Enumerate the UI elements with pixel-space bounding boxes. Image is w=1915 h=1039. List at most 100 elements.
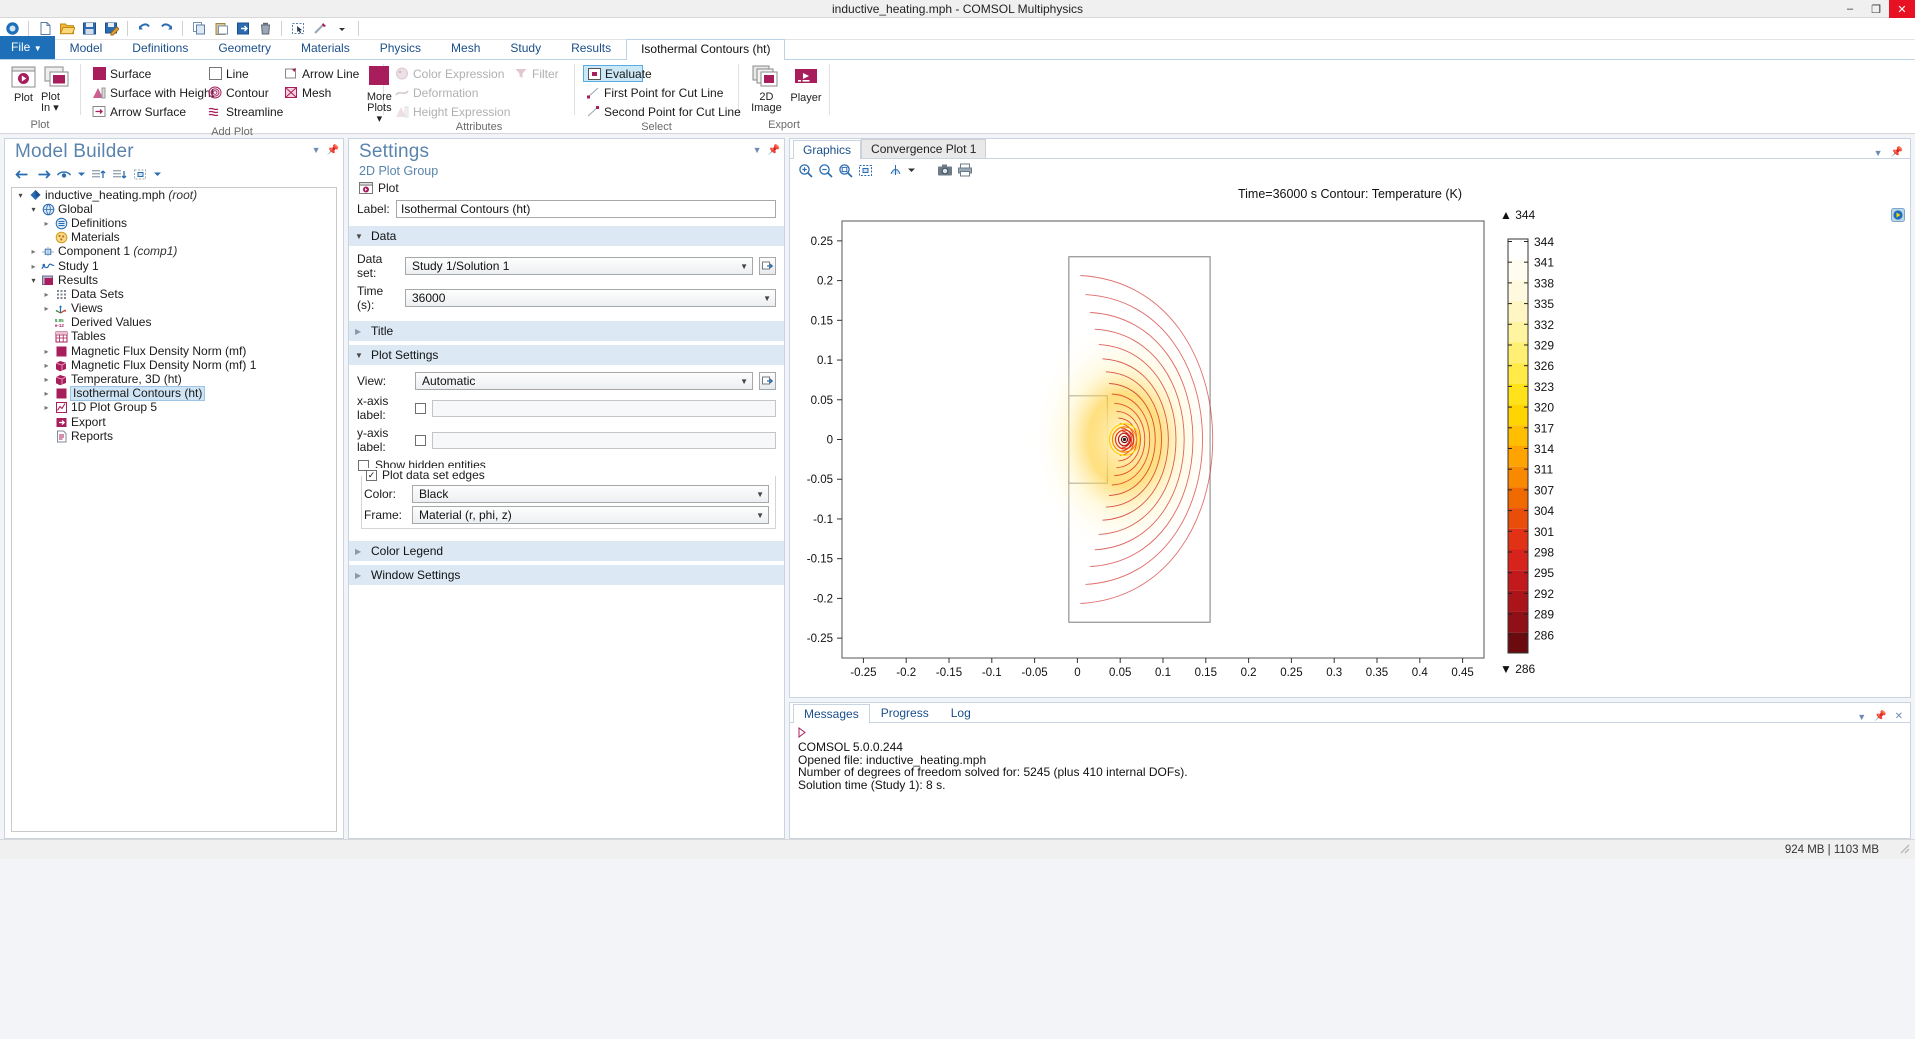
view-go-to-source-button[interactable] <box>759 372 776 390</box>
contour-button[interactable]: Contour <box>205 84 277 101</box>
print-icon[interactable] <box>956 161 974 179</box>
back-arrow-icon[interactable] <box>13 166 31 182</box>
graphics-collapse-icon[interactable]: ▼ <box>1874 148 1883 158</box>
x-axis-label-checkbox[interactable] <box>415 402 426 414</box>
tree-item-component-1[interactable]: ▸ Component 1 (comp1) <box>12 245 336 259</box>
redo-icon[interactable] <box>156 20 176 38</box>
player-button[interactable]: Player <box>790 63 822 104</box>
maximize-button[interactable]: ❐ <box>1863 0 1889 18</box>
tree-item-results[interactable]: ▾ Results <box>12 273 336 287</box>
expand-arrow-closed-icon[interactable]: ▸ <box>42 219 51 228</box>
show-dropdown-icon[interactable] <box>76 166 86 182</box>
model-tree[interactable]: ▾ inductive_heating.mph (root) ▾ Global ▸ Def… <box>11 187 337 832</box>
expand-arrow-open-icon[interactable]: ▾ <box>16 191 25 200</box>
messages-pin-icon[interactable]: 📌 <box>1874 711 1886 722</box>
messages-collapse-icon[interactable]: ▼ <box>1857 712 1866 722</box>
tree-item-magnetic-flux-density-norm-mf-1[interactable]: ▸ Magnetic Flux Density Norm (mf) 1 <box>12 358 336 372</box>
tab-messages[interactable]: Messages <box>793 704 870 723</box>
plot-canvas[interactable]: Time=36000 s Contour: Temperature (K) -0… <box>790 181 1910 697</box>
tab-file[interactable]: File ▼ <box>0 36 55 59</box>
mesh-button[interactable]: Mesh <box>281 84 362 101</box>
height-expression-button[interactable]: Height Expression <box>392 103 510 120</box>
qat-dropdown-icon[interactable] <box>332 20 352 38</box>
tab-materials[interactable]: Materials <box>286 38 365 59</box>
section-title[interactable]: ▶ Title <box>349 321 784 341</box>
tree-item-materials[interactable]: Materials <box>12 231 336 245</box>
arrow-surface-button[interactable]: Arrow Surface <box>89 103 201 120</box>
plot-data-set-edges-legend[interactable]: ✓ Plot data set edges <box>366 468 490 482</box>
first-point-cut-line-button[interactable]: First Point for Cut Line <box>583 84 735 101</box>
zoom-box-icon[interactable] <box>836 161 854 179</box>
expand-arrow-closed-icon[interactable]: ▸ <box>42 290 51 299</box>
plot-button[interactable]: Plot <box>8 63 39 104</box>
tree-item-temperature-3d-ht[interactable]: ▸ Temperature, 3D (ht) <box>12 372 336 386</box>
messages-close-icon[interactable]: ✕ <box>1895 711 1903 722</box>
2d-image-button[interactable]: 2D Image <box>746 63 786 114</box>
tree-item-definitions[interactable]: ▸ Definitions <box>12 216 336 230</box>
edge-color-select[interactable]: Black ▼ <box>412 485 769 503</box>
measure-icon[interactable] <box>310 20 330 38</box>
tab-geometry[interactable]: Geometry <box>203 38 286 59</box>
save-icon[interactable] <box>79 20 99 38</box>
section-window-settings[interactable]: ▶ Window Settings <box>349 565 784 585</box>
dataset-select[interactable]: Study 1/Solution 1 ▼ <box>405 257 753 275</box>
x-axis-label-input[interactable] <box>432 399 776 417</box>
y-axis-label-input[interactable] <box>432 431 776 449</box>
camera-icon[interactable] <box>936 161 954 179</box>
surface-with-height-button[interactable]: Surface with Height <box>89 84 214 101</box>
expand-arrow-closed-icon[interactable]: ▸ <box>42 304 51 313</box>
expand-all-icon[interactable] <box>110 166 128 182</box>
minimize-button[interactable]: – <box>1837 0 1863 18</box>
deformation-button[interactable]: Deformation <box>392 84 505 101</box>
zoom-in-icon[interactable] <box>796 161 814 179</box>
plot-data-set-edges-checkbox[interactable]: ✓ <box>366 469 377 481</box>
filter-button[interactable]: Filter <box>511 65 566 82</box>
tab-graphics[interactable]: Graphics <box>793 140 862 159</box>
forward-arrow-icon[interactable] <box>34 166 52 182</box>
time-select[interactable]: 36000 ▼ <box>405 289 776 307</box>
tree-item-export[interactable]: Export <box>12 415 336 429</box>
open-folder-icon[interactable] <box>57 20 77 38</box>
color-expression-button[interactable]: Color Expression <box>392 65 505 82</box>
expand-arrow-open-icon[interactable]: ▾ <box>29 276 38 285</box>
save-as-icon[interactable] <box>101 20 121 38</box>
tree-item-inductive-heating-mph[interactable]: ▾ inductive_heating.mph (root) <box>12 188 336 202</box>
zoom-out-icon[interactable] <box>816 161 834 179</box>
tab-results[interactable]: Results <box>556 38 626 59</box>
expand-arrow-closed-icon[interactable]: ▸ <box>42 375 51 384</box>
label-input[interactable]: Isothermal Contours (ht) <box>396 200 776 218</box>
tree-item-reports[interactable]: Reports <box>12 429 336 443</box>
surface-button[interactable]: Surface <box>89 65 201 82</box>
tree-item-tables[interactable]: Tables <box>12 330 336 344</box>
evaluate-button[interactable]: Evaluate <box>583 65 652 82</box>
undo-icon[interactable] <box>134 20 154 38</box>
line-button[interactable]: Line <box>205 65 277 82</box>
tab-log[interactable]: Log <box>940 703 982 722</box>
tree-item-data-sets[interactable]: ▸ Data Sets <box>12 287 336 301</box>
tab-physics[interactable]: Physics <box>365 38 436 59</box>
model-builder-collapse-icon[interactable]: ▼ <box>312 145 321 155</box>
streamline-button[interactable]: Streamline <box>205 103 283 120</box>
expand-arrow-open-icon[interactable]: ▾ <box>29 205 38 214</box>
graphics-pin-icon[interactable]: 📌 <box>1891 147 1903 158</box>
tree-item-magnetic-flux-density-norm-mf[interactable]: ▸ Magnetic Flux Density Norm (mf) <box>12 344 336 358</box>
expand-arrow-closed-icon[interactable]: ▸ <box>29 262 38 271</box>
expand-arrow-closed-icon[interactable]: ▸ <box>42 361 51 370</box>
arrow-line-button[interactable]: Arrow Line <box>281 65 362 82</box>
settings-plot-button[interactable]: Plot <box>349 178 784 199</box>
section-color-legend[interactable]: ▶ Color Legend <box>349 541 784 561</box>
tree-item-1d-plot-group-5[interactable]: ▸ 1D Plot Group 5 <box>12 401 336 415</box>
node-group-dropdown-icon[interactable] <box>152 166 162 182</box>
zoom-extents-icon[interactable] <box>856 161 874 179</box>
section-plot-settings[interactable]: ▼ Plot Settings <box>349 345 784 365</box>
tree-item-isothermal-contours-ht[interactable]: ▸ Isothermal Contours (ht) <box>12 386 336 402</box>
expand-arrow-closed-icon[interactable]: ▸ <box>29 247 38 256</box>
delete-icon[interactable] <box>255 20 275 38</box>
plot-in-button[interactable]: Plot In ▾ <box>41 63 72 114</box>
tab-study[interactable]: Study <box>495 38 556 59</box>
settings-pin-icon[interactable]: 📌 <box>768 145 780 156</box>
tab-definitions[interactable]: Definitions <box>117 38 203 59</box>
export-icon[interactable] <box>233 20 253 38</box>
settings-collapse-icon[interactable]: ▼ <box>753 145 762 155</box>
tree-item-views[interactable]: ▸ Views <box>12 302 336 316</box>
